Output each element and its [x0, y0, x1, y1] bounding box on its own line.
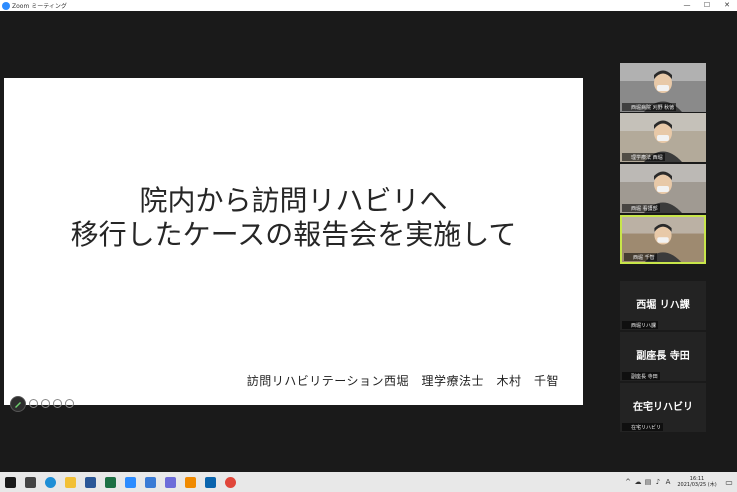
participant-display-name: 在宅リハビリ	[633, 402, 693, 413]
meeting-stage: 院内から訪問リハビリへ 移行したケースの報告会を実施して 訪問リハビリテーション…	[0, 11, 737, 472]
network-icon[interactable]: ▤	[643, 472, 653, 492]
participant-name: 在宅リハビリ	[631, 424, 662, 431]
participant-label: 在宅リハビリ	[622, 423, 664, 431]
minimize-button[interactable]: —	[677, 0, 697, 11]
file-explorer-icon[interactable]	[60, 472, 80, 492]
participant-tile[interactable]: 在宅リハビリ 在宅リハビリ	[620, 383, 706, 432]
participant-label: 副座長 寺田	[622, 372, 660, 380]
participant-tile[interactable]: 理学療法 西堀	[620, 113, 706, 162]
zoom-icon[interactable]	[120, 472, 140, 492]
vlc-icon[interactable]	[180, 472, 200, 492]
undo-icon[interactable]	[41, 399, 50, 408]
speaker-icon[interactable]: ♪	[653, 472, 663, 492]
participant-name: 副座長 寺田	[631, 373, 658, 380]
participant-label: 西堀 看護部	[622, 204, 660, 212]
excel-icon[interactable]	[100, 472, 120, 492]
slide-title-line-2: 移行したケースの報告会を実施して	[70, 218, 517, 251]
mic-muted-icon	[624, 424, 629, 430]
participant-tile[interactable]: 西堀病院 刈野 秋徳	[620, 63, 706, 112]
participant-name: 西堀病院 刈野 秋徳	[631, 104, 675, 111]
participant-display-name: 西堀 リハ課	[636, 300, 690, 311]
close-button[interactable]: ✕	[717, 0, 737, 11]
clock[interactable]: 16:11 2021/03/25 (木)	[673, 476, 721, 488]
task-view-icon[interactable]	[20, 472, 40, 492]
word-icon[interactable]	[80, 472, 100, 492]
mic-muted-icon	[626, 254, 631, 260]
shared-screen-slide: 院内から訪問リハビリへ 移行したケースの報告会を実施して 訪問リハビリテーション…	[4, 78, 583, 405]
eraser-icon[interactable]	[29, 399, 38, 408]
participant-name: 西堀 千智	[633, 254, 655, 261]
participant-tile[interactable]: 西堀 千智	[620, 215, 706, 264]
system-tray: ^ ☁ ▤ ♪ A 16:11 2021/03/25 (木) ▭	[623, 472, 737, 492]
maximize-button[interactable]: ☐	[697, 0, 717, 11]
participant-tile[interactable]: 西堀 看護部	[620, 164, 706, 213]
edge-icon[interactable]	[40, 472, 60, 492]
chevron-up-icon[interactable]: ^	[623, 472, 633, 492]
clock-date: 2021/03/25 (木)	[677, 482, 717, 488]
pen-icon[interactable]	[10, 396, 26, 412]
mic-muted-icon	[624, 104, 629, 110]
participant-tile[interactable]: 西堀 リハ課西堀リハ課	[620, 281, 706, 330]
mic-muted-icon	[624, 205, 629, 211]
mic-muted-icon	[624, 373, 629, 379]
app-chrome-like-icon[interactable]	[160, 472, 180, 492]
participant-name: 西堀リハ課	[631, 322, 657, 329]
participant-tile[interactable]: 副座長 寺田 副座長 寺田	[620, 332, 706, 381]
cloud-icon[interactable]: ☁	[633, 472, 643, 492]
participant-name: 西堀 看護部	[631, 205, 658, 212]
windows-start-icon[interactable]	[0, 472, 20, 492]
participant-label: 西堀 千智	[624, 253, 657, 261]
chrome-icon[interactable]	[220, 472, 240, 492]
window-titlebar: Zoom ミーティング — ☐ ✕	[0, 0, 737, 11]
window-controls: — ☐ ✕	[677, 0, 737, 11]
slide-title-line-1: 院内から訪問リハビリへ	[139, 184, 448, 217]
notification-icon[interactable]: ▭	[721, 478, 737, 487]
app-blue-icon[interactable]	[140, 472, 160, 492]
zoom-logo-icon	[2, 1, 10, 10]
mic-muted-icon	[624, 322, 629, 328]
taskbar-apps	[0, 472, 240, 492]
outlook-icon[interactable]	[200, 472, 220, 492]
participant-display-name: 副座長 寺田	[636, 351, 690, 362]
mic-muted-icon	[624, 154, 629, 160]
participant-name: 理学療法 西堀	[631, 154, 663, 161]
window-title: Zoom ミーティング	[12, 3, 67, 10]
participant-label: 理学療法 西堀	[622, 153, 665, 161]
participant-label: 西堀病院 刈野 秋徳	[622, 103, 677, 111]
slide-credit: 訪問リハビリテーション西堀 理学療法士 木村 千智	[246, 374, 559, 388]
redo-icon[interactable]	[53, 399, 62, 408]
annotation-toolbar	[10, 396, 74, 412]
slide-title: 院内から訪問リハビリへ 移行したケースの報告会を実施して	[4, 184, 583, 252]
clear-icon[interactable]	[65, 399, 74, 408]
windows-taskbar: ^ ☁ ▤ ♪ A 16:11 2021/03/25 (木) ▭	[0, 472, 737, 492]
participant-label: 西堀リハ課	[622, 321, 659, 329]
ime-indicator[interactable]: A	[663, 472, 673, 492]
